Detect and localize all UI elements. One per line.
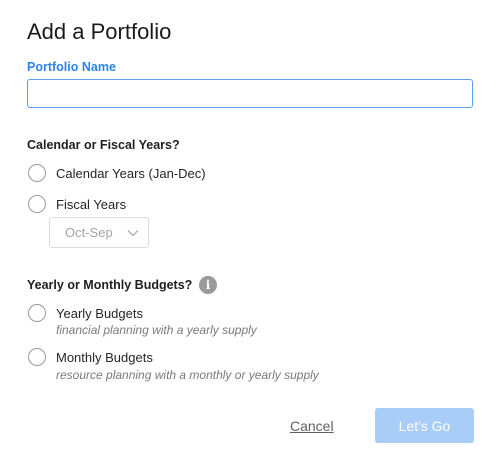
- years-heading: Calendar or Fiscal Years?: [27, 138, 180, 152]
- chevron-down-icon: [127, 229, 139, 237]
- portfolio-name-label: Portfolio Name: [27, 60, 116, 74]
- fiscal-years-radio[interactable]: [28, 195, 46, 213]
- budgets-heading: Yearly or Monthly Budgets?: [27, 278, 193, 292]
- calendar-years-radio[interactable]: [28, 164, 46, 182]
- yearly-budgets-radio[interactable]: [28, 304, 46, 322]
- monthly-budgets-description: resource planning with a monthly or year…: [56, 368, 319, 382]
- cancel-button[interactable]: Cancel: [290, 418, 334, 434]
- yearly-budgets-label: Yearly Budgets: [56, 305, 143, 321]
- lets-go-button[interactable]: Let's Go: [375, 408, 474, 443]
- monthly-budgets-option[interactable]: Monthly Budgets: [28, 348, 153, 366]
- yearly-budgets-description: financial planning with a yearly supply: [56, 323, 257, 337]
- fiscal-year-select[interactable]: Oct-Sep: [49, 217, 149, 248]
- fiscal-year-select-value: Oct-Sep: [65, 225, 113, 240]
- dialog-title: Add a Portfolio: [27, 19, 172, 44]
- monthly-budgets-radio[interactable]: [28, 348, 46, 366]
- info-icon[interactable]: i: [199, 276, 217, 294]
- calendar-years-label: Calendar Years (Jan-Dec): [56, 165, 206, 181]
- fiscal-years-label: Fiscal Years: [56, 196, 127, 212]
- yearly-budgets-option[interactable]: Yearly Budgets: [28, 304, 143, 322]
- portfolio-name-input[interactable]: [27, 79, 473, 108]
- monthly-budgets-label: Monthly Budgets: [56, 349, 153, 365]
- fiscal-years-option[interactable]: Fiscal Years: [28, 195, 126, 213]
- calendar-years-option[interactable]: Calendar Years (Jan-Dec): [28, 164, 206, 182]
